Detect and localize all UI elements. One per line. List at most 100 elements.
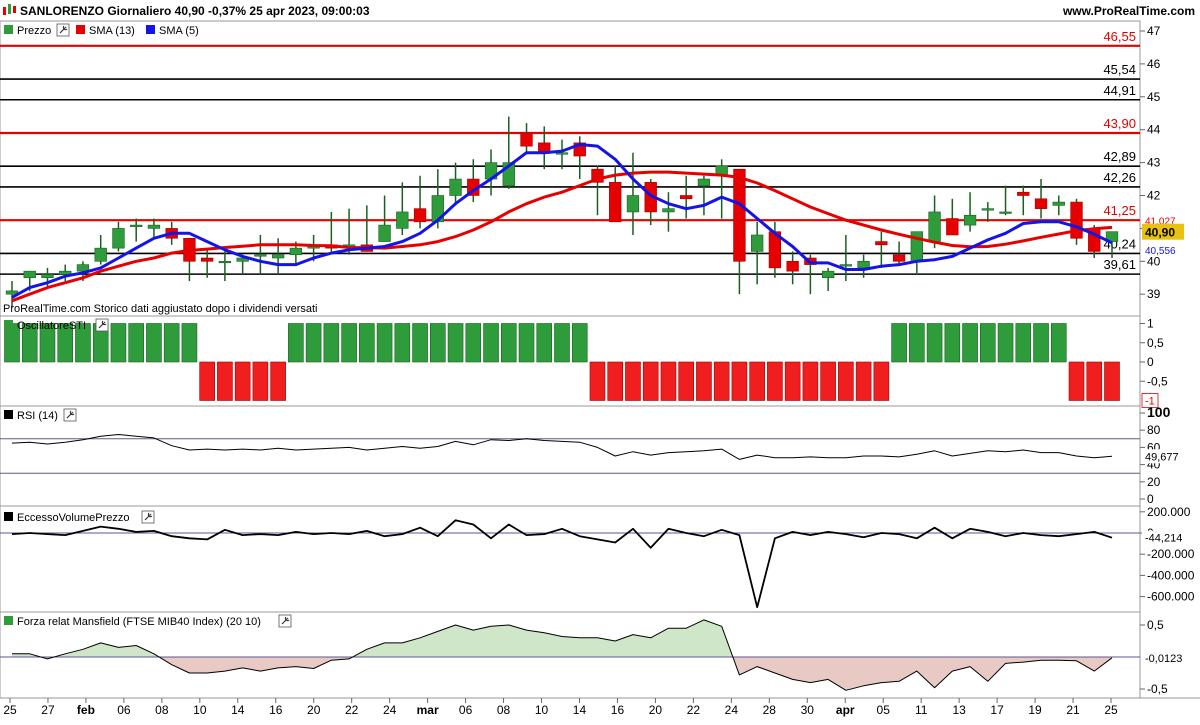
chart-window: SANLORENZO Giornaliero 40,90 -0,37% 25 a… — [0, 0, 1200, 720]
x-tick-label: 10 — [535, 703, 549, 717]
level-label: 39,61 — [1103, 257, 1136, 272]
sti-bar — [146, 323, 162, 363]
last-price-tag: 40,90 — [1145, 226, 1175, 240]
candle-body — [946, 218, 959, 236]
sti-title-text: OscillatoreSTI — [17, 320, 86, 332]
rsi-swatch — [4, 410, 13, 419]
sti-bar — [891, 323, 907, 363]
evp-title: EccessoVolumePrezzo — [4, 510, 155, 524]
sti-bar — [696, 361, 712, 401]
candle-body — [130, 224, 143, 227]
sti-bar — [483, 323, 499, 363]
rsi-panel — [0, 434, 1140, 474]
candle-body — [981, 208, 994, 211]
sti-bar — [926, 323, 943, 363]
rsi-title-text: RSI (14) — [17, 410, 58, 422]
candle-body — [147, 224, 161, 229]
rsi-title: RSI (14) — [4, 408, 77, 422]
mansfield-panel — [0, 619, 1140, 691]
level-label: 46,55 — [1103, 29, 1136, 44]
sti-panel — [4, 323, 1120, 401]
x-tick-label: mar — [417, 703, 439, 717]
level-label: 44,91 — [1103, 83, 1136, 98]
candle-body — [999, 211, 1012, 214]
sti-bar — [571, 323, 588, 363]
sti-bar — [234, 361, 251, 401]
evp-swatch — [4, 512, 13, 521]
x-tick-label: feb — [77, 703, 95, 717]
price-tick-label: 44 — [1147, 123, 1161, 137]
x-tick-label: 22 — [687, 703, 701, 717]
candle-body — [839, 264, 853, 267]
sti-bar — [217, 361, 233, 401]
sma-value-tag: 40,556 — [1145, 246, 1176, 257]
candle-body — [1052, 201, 1065, 206]
x-tick-label: 27 — [41, 703, 55, 717]
x-tick-label: apr — [836, 703, 855, 717]
sti-bar — [341, 323, 357, 363]
level-label: 41,25 — [1103, 203, 1136, 218]
sti-bar — [465, 323, 482, 363]
sti-bar — [997, 323, 1014, 363]
candle-body — [254, 254, 267, 257]
x-tick-label: 06 — [459, 703, 473, 717]
x-tick-label: 08 — [497, 703, 511, 717]
sti-bar — [181, 323, 198, 363]
candle-body — [821, 270, 835, 279]
evp-tick-label: -200.000 — [1147, 547, 1195, 561]
wrench-icon[interactable] — [278, 614, 292, 628]
x-tick-label: 08 — [155, 703, 169, 717]
x-axis: 25 27 feb 06 08 10 14 16 20 22 24 mar 06 08 10 14 16 20 22… — [3, 698, 1118, 717]
sti-bar — [855, 361, 872, 401]
sti-bar — [199, 361, 215, 401]
x-tick-label: 16 — [269, 703, 283, 717]
sti-bar — [359, 323, 375, 363]
sti-bar — [784, 361, 801, 401]
x-tick-label: 21 — [1066, 703, 1080, 717]
candle-body — [218, 260, 232, 264]
candle-body — [112, 228, 125, 249]
x-tick-label: 28 — [763, 703, 777, 717]
sma5-swatch — [146, 25, 155, 34]
candle-body — [378, 224, 391, 242]
mansfield-last-label: -0,0123 — [1145, 653, 1182, 665]
candle-body — [626, 195, 640, 213]
evp-tick-label: -400.000 — [1147, 568, 1195, 582]
sti-bar — [270, 361, 286, 401]
brand-link[interactable]: www.ProRealTime.com — [1062, 4, 1195, 18]
mansfield-title-text: Forza relat Mansfield (FTSE MIB40 Index)… — [17, 616, 261, 628]
sti-bar — [678, 361, 694, 401]
wrench-icon[interactable] — [63, 408, 77, 422]
candle-body — [609, 182, 622, 223]
price-panel: 46,5545,5444,9143,9042,8942,2641,2540,24… — [0, 29, 1140, 308]
sti-tick-label: 1 — [1147, 317, 1154, 331]
sti-swatch — [4, 320, 13, 329]
sti-bar — [128, 323, 144, 363]
sti-bar — [1050, 323, 1067, 363]
wrench-icon[interactable] — [95, 318, 109, 332]
x-tick-label: 19 — [1028, 703, 1042, 717]
sti-bar — [962, 323, 978, 363]
level-label: 42,26 — [1103, 170, 1136, 185]
candle-body — [396, 211, 409, 229]
sti-bar — [1015, 323, 1032, 363]
wrench-icon[interactable] — [141, 510, 155, 524]
sti-bar — [447, 323, 464, 363]
sti-bar — [642, 361, 659, 401]
rsi-last-label: 49,677 — [1145, 451, 1179, 463]
sti-bar — [554, 323, 570, 363]
sti-bar — [713, 361, 730, 401]
sti-bar — [536, 323, 553, 363]
candle-body — [1034, 198, 1048, 209]
x-tick-label: 22 — [345, 703, 359, 717]
candle-body — [963, 214, 977, 226]
evp-title-text: EccessoVolumePrezzo — [17, 512, 130, 524]
price-tick-label: 45 — [1147, 90, 1161, 104]
sti-bar — [838, 361, 854, 401]
sma13-swatch — [76, 25, 85, 34]
legend-prezzo: Prezzo — [17, 25, 51, 37]
evp-tick-label: 200.000 — [1147, 505, 1191, 519]
wrench-icon[interactable] — [56, 23, 70, 37]
x-tick-label: 14 — [231, 703, 245, 717]
candle-body — [875, 241, 888, 246]
